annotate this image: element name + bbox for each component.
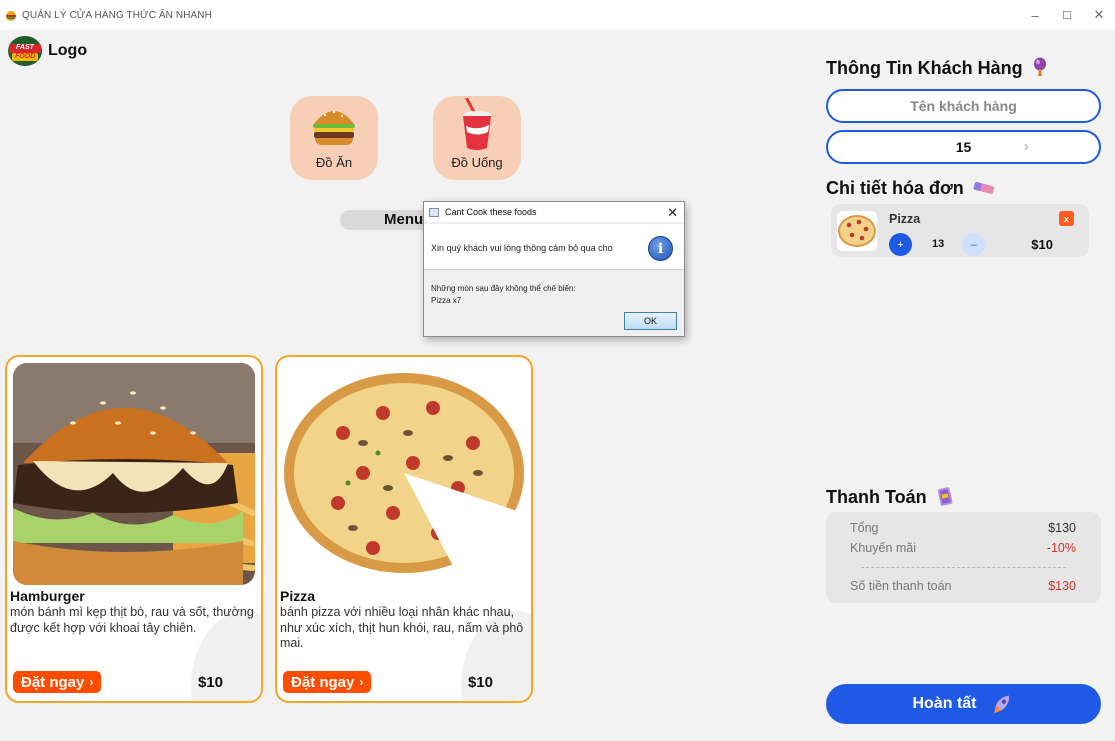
amount-due-row: Số tiền thanh toán $130 <box>850 579 1076 593</box>
order-now-label: Đặt ngay <box>291 673 355 691</box>
dialog-detail-line: Những món sau đây không thể chế biến: <box>431 284 576 293</box>
complete-button-label: Hoàn tất <box>912 695 977 712</box>
cannot-cook-dialog: Cant Cook these foods ✕ Xin quý khách vu… <box>423 201 685 337</box>
amount-due-label: Số tiền thanh toán <box>850 579 952 593</box>
customer-name-input[interactable]: Tên khách hàng <box>826 89 1101 123</box>
order-now-label: Đặt ngay <box>21 673 85 691</box>
food-name: Hamburger <box>10 588 85 604</box>
customer-name-placeholder: Tên khách hàng <box>910 98 1017 114</box>
total-label: Tổng <box>850 521 879 535</box>
total-row: Tổng $130 <box>850 521 1076 535</box>
bill-item-price: $10 <box>1031 237 1053 252</box>
chevron-right-icon[interactable]: › <box>1024 138 1029 156</box>
food-price: $10 <box>467 674 493 691</box>
category-food-button[interactable]: Đồ Ăn <box>290 96 378 180</box>
pizza-image <box>283 363 525 585</box>
chevron-right-icon: › <box>89 675 94 689</box>
food-card-hamburger[interactable]: Hamburger món bánh mì kẹp thịt bò, rau v… <box>5 355 263 703</box>
pizza-thumbnail <box>837 211 877 251</box>
dialog-title: Cant Cook these foods <box>445 207 537 217</box>
logo-text-food: FOOD <box>15 53 36 60</box>
dialog-header: Xin quý khách vui lòng thông cảm bỏ qua … <box>424 224 684 270</box>
food-card-pizza[interactable]: Pizza bánh pizza với nhiều loại nhân khá… <box>275 355 533 703</box>
increase-quantity-button[interactable]: + <box>889 233 912 256</box>
divider <box>861 567 1066 568</box>
order-now-button[interactable]: Đặt ngay › <box>283 671 372 693</box>
food-name: Pizza <box>280 588 316 604</box>
window-titlebar: QUẢN LÝ CỬA HÀNG THỨC ĂN NHANH – ☐ ✕ <box>0 0 1115 30</box>
bill-detail-heading: Chi tiết hóa đơn <box>826 178 995 199</box>
info-icon: i <box>648 236 673 261</box>
burger-icon <box>310 104 358 153</box>
customer-info-heading: Thông Tin Khách Hàng <box>826 57 1048 79</box>
eraser-icon <box>973 181 995 195</box>
category-drink-label: Đồ Uống <box>451 155 503 170</box>
dialog-close-button[interactable]: ✕ <box>667 205 678 221</box>
fast-food-logo-icon: FAST FOOD <box>6 34 44 68</box>
money-icon <box>937 487 953 506</box>
drink-icon <box>457 97 497 157</box>
item-quantity: 13 <box>932 238 945 250</box>
logo: FAST FOOD Logo <box>6 34 87 68</box>
dialog-detail: Những món sau đây không thể chế biến: Pi… <box>431 283 576 307</box>
bill-detail-heading-text: Chi tiết hóa đơn <box>826 178 964 198</box>
minimize-button[interactable]: – <box>1019 0 1051 30</box>
maximize-button[interactable]: ☐ <box>1051 0 1083 30</box>
pin-icon <box>1033 57 1046 76</box>
food-price: $10 <box>197 674 223 691</box>
bill-item-name: Pizza <box>889 212 921 226</box>
logo-text-fast: FAST <box>16 44 34 51</box>
amount-due-value: $130 <box>1048 579 1076 593</box>
complete-button[interactable]: Hoàn tất <box>826 684 1101 724</box>
app-icon <box>5 9 17 21</box>
close-window-button[interactable]: ✕ <box>1083 0 1115 30</box>
order-now-button[interactable]: Đặt ngay › <box>13 671 102 693</box>
rocket-icon <box>993 695 1009 714</box>
dialog-titlebar: Cant Cook these foods ✕ <box>424 202 684 223</box>
dialog-message: Xin quý khách vui lòng thông cảm bỏ qua … <box>431 243 613 253</box>
food-description: món bánh mì kẹp thịt bò, rau và sốt, thư… <box>10 605 254 635</box>
category-drink-button[interactable]: Đồ Uống <box>433 96 521 180</box>
table-number-selector[interactable]: 15 › <box>826 130 1101 164</box>
decrease-quantity-button[interactable]: – <box>962 233 985 256</box>
payment-summary: Tổng $130 Khuyến mãi -10% Số tiền thanh … <box>826 512 1101 603</box>
chevron-right-icon: › <box>359 675 364 689</box>
discount-label: Khuyến mãi <box>850 541 917 555</box>
payment-heading-text: Thanh Toán <box>826 487 927 507</box>
food-description: bánh pizza với nhiều loại nhân khác nhau… <box>280 605 524 650</box>
remove-item-button[interactable]: x <box>1059 211 1074 226</box>
payment-heading: Thanh Toán <box>826 486 954 508</box>
logo-label: Logo <box>48 42 88 59</box>
customer-info-heading-text: Thông Tin Khách Hàng <box>826 58 1023 78</box>
bill-item: Pizza x + 13 – $10 <box>831 204 1089 257</box>
dialog-detail-line: Pizza x7 <box>431 296 462 305</box>
discount-value: -10% <box>1046 541 1076 555</box>
total-value: $130 <box>1048 521 1076 535</box>
window-icon <box>429 207 439 217</box>
hamburger-image <box>13 363 255 585</box>
window-title: QUẢN LÝ CỬA HÀNG THỨC ĂN NHANH <box>22 9 212 21</box>
table-number-value: 15 <box>955 139 972 155</box>
ok-button[interactable]: OK <box>624 312 677 330</box>
category-food-label: Đồ Ăn <box>315 155 353 170</box>
menu-tab-label: Menu <box>384 211 424 228</box>
discount-row: Khuyến mãi -10% <box>850 541 1076 555</box>
